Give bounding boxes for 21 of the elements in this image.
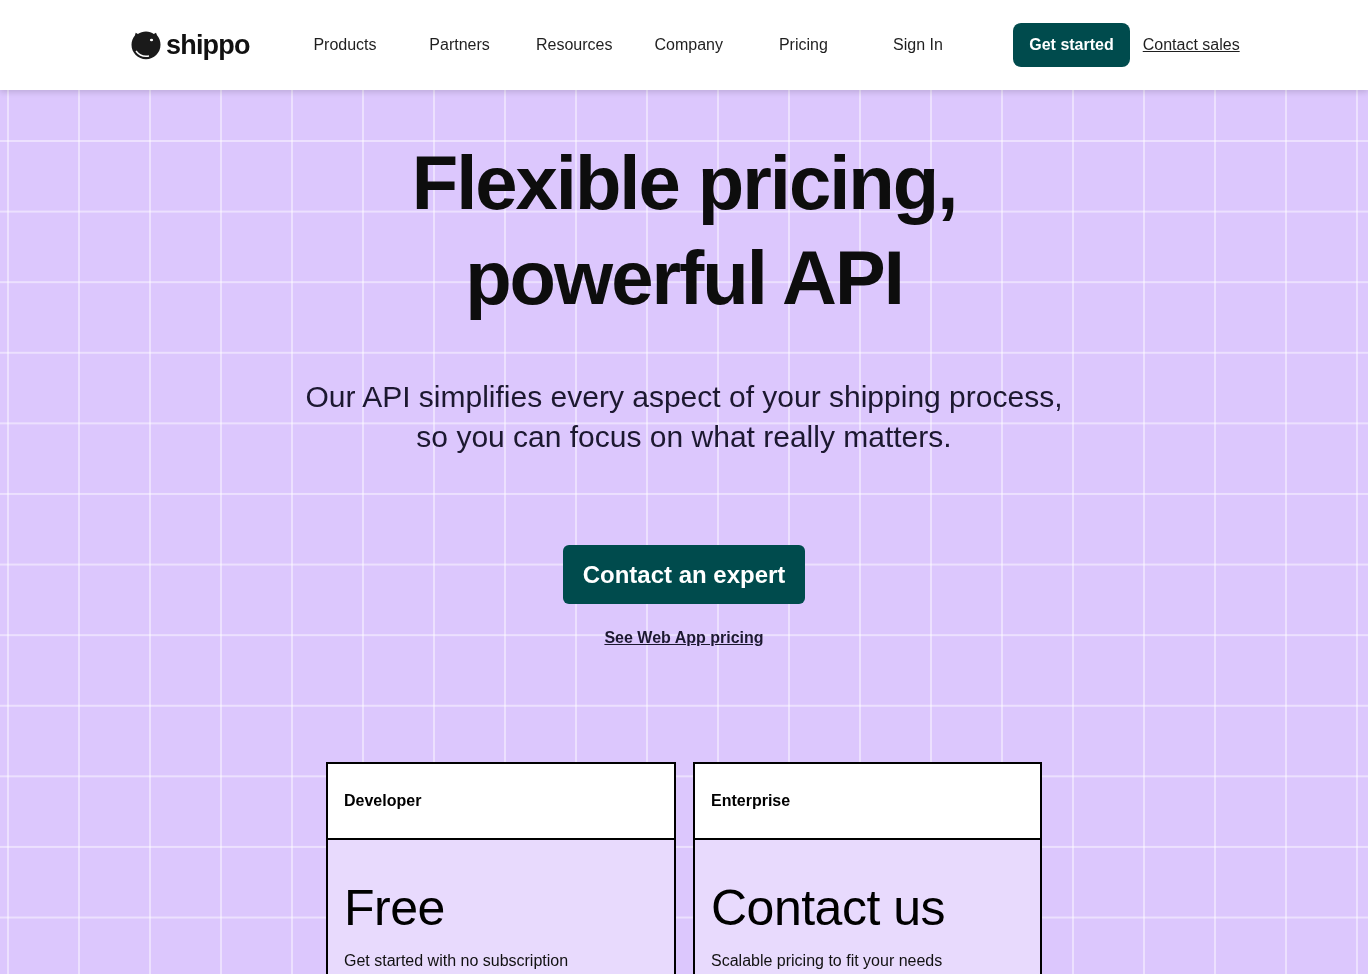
nav-link[interactable]: Pricing [778,35,828,55]
nav-link[interactable]: Partners [429,35,490,55]
plan-name: Enterprise [711,791,791,811]
nav-link[interactable]: Products [313,35,377,55]
nav-link[interactable]: Sign In [893,35,943,55]
plan-description: Get started with no subscription [344,952,569,970]
plan-price: Contact us [711,879,945,938]
get-started-button[interactable]: Get started [1013,23,1130,67]
web-app-pricing-link[interactable]: See Web App pricing [604,629,764,647]
plan-price: Free [344,879,445,938]
hero-subtitle: Our API simplifies every aspect of your shipping process, so you can focus on what really matters. [304,379,1064,455]
logo-wordmark: shippo [166,31,250,59]
plan-name: Developer [344,791,422,811]
contact-expert-button[interactable]: Contact an expert [562,545,806,604]
plan-description: Scalable pricing to fit your needs [711,952,943,970]
hero-heading: Flexible pricing, powerful API [410,139,958,322]
logo-icon [130,29,162,61]
shippo-logo[interactable]: shippo [130,29,250,61]
nav-link[interactable]: Company [654,35,723,55]
nav-link[interactable]: Resources [535,35,613,55]
contact-sales-link[interactable]: Contact sales [1142,35,1240,55]
